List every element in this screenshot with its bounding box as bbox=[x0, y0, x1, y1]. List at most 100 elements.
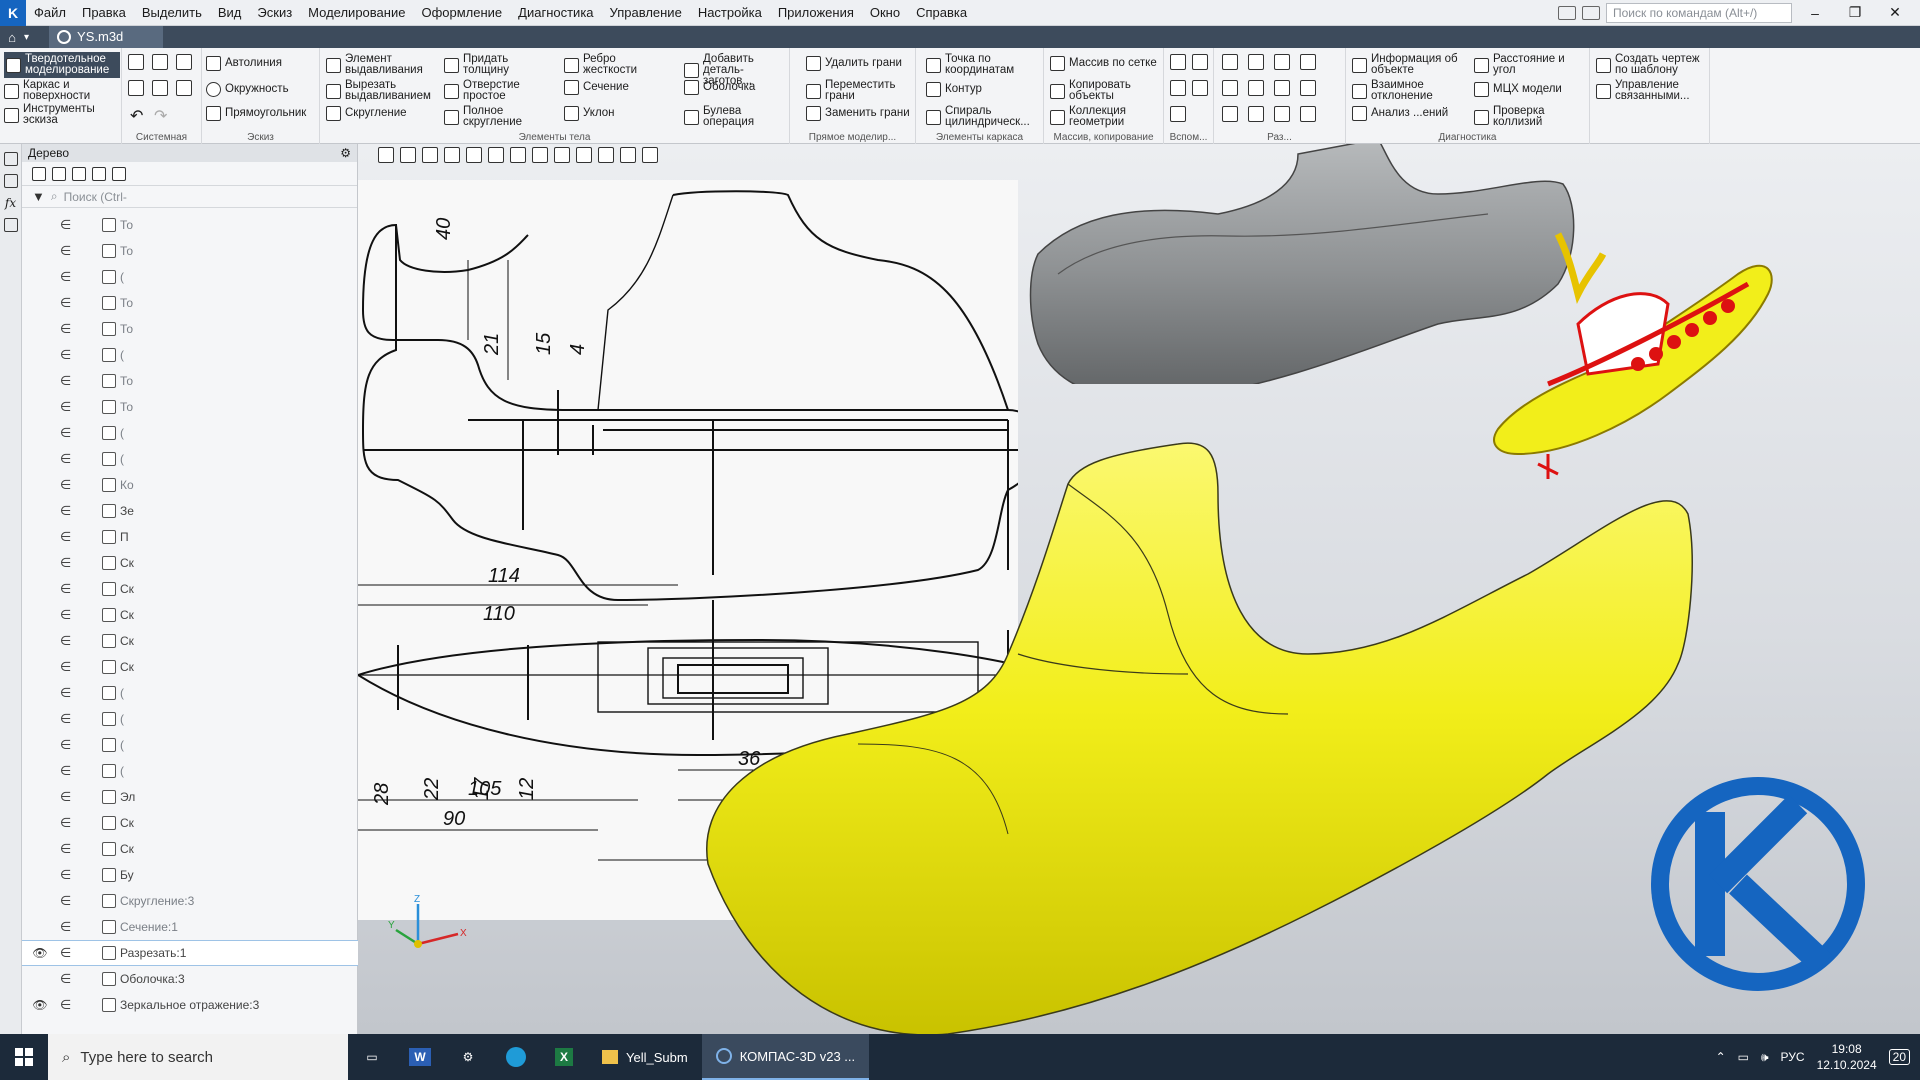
tree-row[interactable]: ∈ Оболочка:3 bbox=[22, 966, 358, 992]
screenshot-icon[interactable] bbox=[1582, 5, 1600, 20]
tree-row[interactable]: ∈ Ск bbox=[22, 576, 358, 602]
tree-tab-icon[interactable] bbox=[3, 152, 18, 166]
wire-icon[interactable] bbox=[510, 147, 526, 163]
distance-button[interactable]: Расстояние и угол bbox=[1474, 53, 1586, 76]
command-search-input[interactable]: Поиск по командам (Alt+/) bbox=[1606, 2, 1792, 23]
tray-chevron-icon[interactable]: ⌃ bbox=[1716, 1050, 1726, 1064]
menu-item[interactable]: Выделить bbox=[134, 0, 210, 26]
tree-row[interactable]: ∈( bbox=[22, 446, 358, 472]
clock[interactable]: 19:08 12.10.2024 bbox=[1817, 1041, 1877, 1073]
tree-view-icon[interactable] bbox=[92, 166, 106, 181]
network-icon[interactable]: ▭ bbox=[1738, 1050, 1749, 1064]
tree-row[interactable]: ∈( bbox=[22, 264, 358, 290]
pan-icon[interactable] bbox=[444, 147, 460, 163]
text-icon[interactable] bbox=[1300, 106, 1316, 122]
fillet-button[interactable]: Скругление bbox=[326, 106, 436, 121]
tab-dropdown-icon[interactable]: ▾ bbox=[24, 32, 29, 43]
visibility-eye-icon[interactable]: 👁 bbox=[32, 998, 48, 1012]
split-icon[interactable] bbox=[1248, 54, 1264, 70]
preview-icon[interactable] bbox=[152, 80, 168, 96]
display-icon[interactable] bbox=[620, 147, 636, 163]
menu-item[interactable]: Эскиз bbox=[249, 0, 300, 26]
close-icon[interactable]: ✕ bbox=[1878, 4, 1912, 21]
menu-item[interactable]: Приложения bbox=[770, 0, 862, 26]
tree-row[interactable]: ∈( bbox=[22, 706, 358, 732]
print-icon[interactable] bbox=[128, 80, 144, 96]
mode-solid-button[interactable]: Твердотельное моделирование bbox=[4, 52, 120, 78]
tree-row[interactable]: ∈( bbox=[22, 680, 358, 706]
tree-row[interactable]: ∈( bbox=[22, 732, 358, 758]
tree-row[interactable]: ∈ Сечение:1 bbox=[22, 914, 358, 940]
tree-row[interactable]: ∈( bbox=[22, 342, 358, 368]
contour-button[interactable]: Контур bbox=[926, 82, 982, 97]
menu-item[interactable]: Справка bbox=[908, 0, 975, 26]
level-icon[interactable] bbox=[1300, 80, 1316, 96]
tree-row[interactable]: ∈ То bbox=[22, 394, 358, 420]
trim-icon[interactable] bbox=[1222, 80, 1238, 96]
language-indicator[interactable]: РУС bbox=[1781, 1050, 1805, 1064]
cut-extrude-button[interactable]: Вырезать выдавливанием bbox=[326, 79, 436, 102]
panel-toggle-icon[interactable] bbox=[1558, 5, 1576, 20]
create-drawing-button[interactable]: Создать чертеж по шаблону bbox=[1596, 53, 1706, 76]
tree-row[interactable]: ∈ Бу bbox=[22, 862, 358, 888]
mass-props-button[interactable]: МЦХ модели bbox=[1474, 82, 1562, 97]
draft-button[interactable]: Уклон bbox=[564, 106, 615, 121]
menu-item[interactable]: Управление bbox=[602, 0, 690, 26]
tree-row[interactable]: ∈ Ск bbox=[22, 654, 358, 680]
measure-icon[interactable] bbox=[598, 147, 614, 163]
geom-collection-button[interactable]: Коллекция геометрии bbox=[1050, 105, 1160, 128]
new-file-icon[interactable] bbox=[128, 54, 144, 70]
tree-row[interactable]: ∈ Ск bbox=[22, 550, 358, 576]
shaded-icon[interactable] bbox=[488, 147, 504, 163]
open-file-icon[interactable] bbox=[152, 54, 168, 70]
tree-settings-icon[interactable]: ⚙ bbox=[340, 144, 351, 162]
notifications-badge[interactable]: 20 bbox=[1888, 1049, 1910, 1065]
edge-app-icon[interactable] bbox=[492, 1034, 540, 1080]
mode-surface-button[interactable]: Каркас и поверхности bbox=[4, 79, 120, 102]
minimize-icon[interactable]: – bbox=[1798, 5, 1832, 21]
cs-icon[interactable] bbox=[1170, 80, 1186, 96]
excel-app-icon[interactable]: X bbox=[540, 1034, 588, 1080]
task-view-icon[interactable]: ▭ bbox=[348, 1034, 396, 1080]
menu-item[interactable]: Настройка bbox=[690, 0, 770, 26]
menu-item[interactable]: Вид bbox=[210, 0, 250, 26]
tree-row[interactable]: ∈ Ск bbox=[22, 810, 358, 836]
variables-icon[interactable]: fx bbox=[0, 196, 21, 210]
tree-row[interactable]: ∈ То bbox=[22, 368, 358, 394]
taskbar-search-input[interactable]: ⌕ Type here to search bbox=[48, 1034, 348, 1080]
circle-button[interactable]: Окружность bbox=[206, 82, 289, 97]
manage-linked-button[interactable]: Управление связанными... bbox=[1596, 79, 1706, 102]
deviation-button[interactable]: Взаимное отклонение bbox=[1352, 79, 1470, 102]
point-aux-icon[interactable] bbox=[1192, 80, 1208, 96]
section-button[interactable]: Сечение bbox=[564, 80, 629, 95]
copy-objects-button[interactable]: Копировать объекты bbox=[1050, 79, 1160, 102]
analysis-button[interactable]: Анализ ...ений bbox=[1352, 106, 1470, 121]
axis-icon[interactable] bbox=[1192, 54, 1208, 70]
filter-view-icon[interactable] bbox=[576, 147, 592, 163]
menu-item[interactable]: Диагностика bbox=[510, 0, 601, 26]
render-icon[interactable] bbox=[642, 147, 658, 163]
align-icon[interactable] bbox=[1274, 106, 1290, 122]
hole-button[interactable]: Отверстие простое bbox=[444, 79, 544, 102]
redo-icon[interactable]: ↷ bbox=[154, 106, 167, 126]
mask-icon[interactable] bbox=[1248, 80, 1264, 96]
collisions-button[interactable]: Проверка коллизий bbox=[1474, 105, 1574, 128]
menu-item[interactable]: Оформление bbox=[413, 0, 510, 26]
tree-row[interactable]: ∈ Ск bbox=[22, 836, 358, 862]
tree-row[interactable]: ∈ То bbox=[22, 290, 358, 316]
autoline-button[interactable]: Автолиния bbox=[206, 56, 282, 71]
tree-row[interactable]: 👁 ∈ Зеркальное отражение:3 bbox=[22, 992, 358, 1018]
kompas-logo-icon[interactable]: K bbox=[0, 0, 26, 26]
tree-row[interactable]: ∈ Ск bbox=[22, 628, 358, 654]
tree-row[interactable]: ∈ То bbox=[22, 238, 358, 264]
point-coords-button[interactable]: Точка по координатам bbox=[926, 53, 1038, 76]
visibility-eye-icon[interactable]: 👁 bbox=[32, 946, 48, 960]
start-button[interactable] bbox=[0, 1034, 48, 1080]
group-icon[interactable] bbox=[1248, 106, 1264, 122]
shell-button[interactable]: Оболочка bbox=[684, 80, 755, 95]
object-info-button[interactable]: Информация об объекте bbox=[1352, 53, 1470, 76]
tree-layers-icon[interactable] bbox=[112, 166, 126, 181]
tree-row[interactable]: ∈ Ск bbox=[22, 602, 358, 628]
mirror-icon[interactable] bbox=[1274, 54, 1290, 70]
3d-viewport[interactable]: 40 21 15 4 114 110 28 22 17 12 36 55 105… bbox=[358, 144, 1920, 1034]
